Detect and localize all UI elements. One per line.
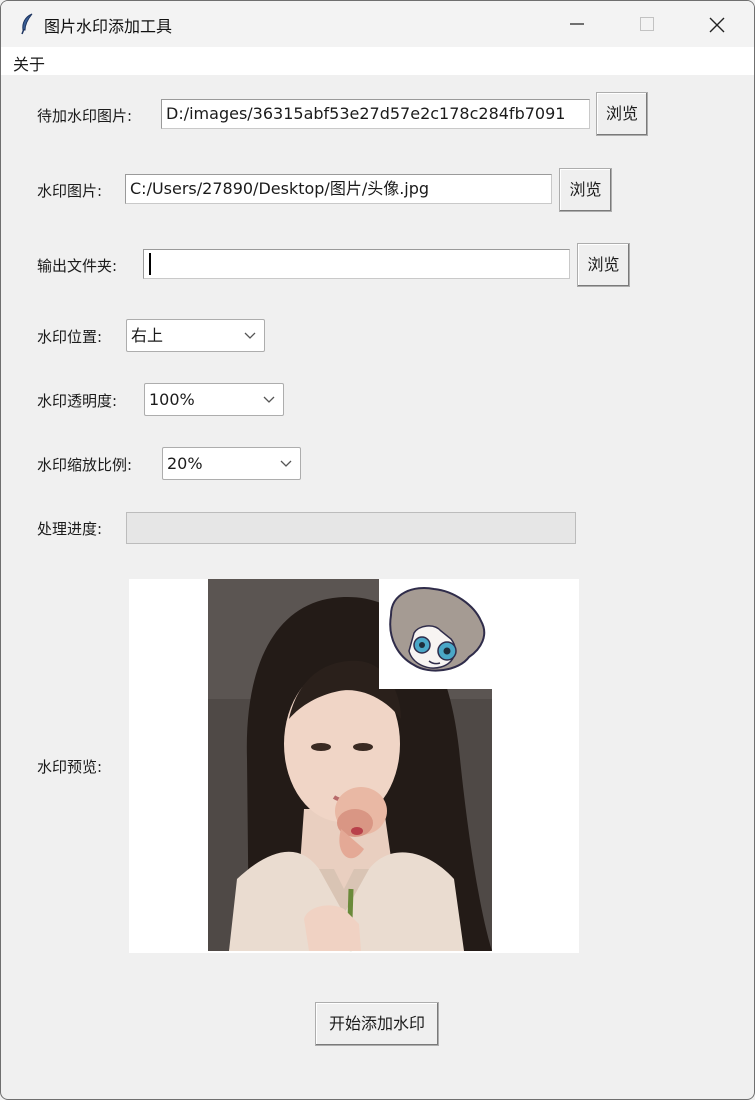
window-title: 图片水印添加工具 (44, 17, 173, 36)
menu-about[interactable]: 关于 (13, 51, 45, 75)
source-image-label: 待加水印图片: (37, 107, 133, 125)
scale-value: 20% (167, 454, 203, 473)
watermark-preview (129, 579, 579, 953)
title-bar: 图片水印添加工具 (1, 1, 754, 47)
output-folder-field[interactable] (143, 249, 570, 279)
opacity-label: 水印透明度: (37, 392, 118, 410)
menu-bar: 关于 (1, 47, 754, 75)
progress-label: 处理进度: (37, 520, 103, 538)
preview-label: 水印预览: (37, 758, 103, 776)
watermark-browse-button[interactable]: 浏览 (559, 168, 612, 212)
maximize-button[interactable] (613, 1, 683, 47)
text-caret (149, 253, 151, 275)
position-label: 水印位置: (37, 328, 103, 346)
source-image-field[interactable]: D:/images/36315abf53e27d57e2c178c284fb70… (161, 99, 590, 129)
source-browse-button[interactable]: 浏览 (596, 92, 648, 136)
chevron-down-icon (244, 332, 256, 339)
output-folder-label: 输出文件夹: (37, 257, 118, 275)
watermark-image-label: 水印图片: (37, 182, 103, 200)
close-button[interactable] (683, 1, 753, 47)
opacity-value: 100% (149, 390, 195, 409)
preview-photo (208, 579, 492, 952)
scale-label: 水印缩放比例: (37, 456, 133, 474)
opacity-select[interactable]: 100% (144, 383, 284, 416)
app-window: 图片水印添加工具 关于 待加水印图片: D:/images/36315abf53… (0, 0, 755, 1100)
maximize-icon (640, 17, 654, 31)
scale-select[interactable]: 20% (162, 447, 301, 480)
progress-bar (126, 512, 576, 544)
chevron-down-icon (280, 460, 292, 467)
position-select[interactable]: 右上 (126, 319, 265, 352)
minimize-button[interactable] (543, 1, 613, 47)
start-watermark-button[interactable]: 开始添加水印 (315, 1002, 439, 1046)
feather-icon (19, 13, 35, 35)
close-icon (709, 17, 725, 33)
position-value: 右上 (131, 326, 164, 345)
chevron-down-icon (263, 396, 275, 403)
watermark-image-field[interactable]: C:/Users/27890/Desktop/图片/头像.jpg (125, 174, 552, 204)
output-browse-button[interactable]: 浏览 (577, 243, 630, 287)
minimize-icon (570, 23, 584, 25)
